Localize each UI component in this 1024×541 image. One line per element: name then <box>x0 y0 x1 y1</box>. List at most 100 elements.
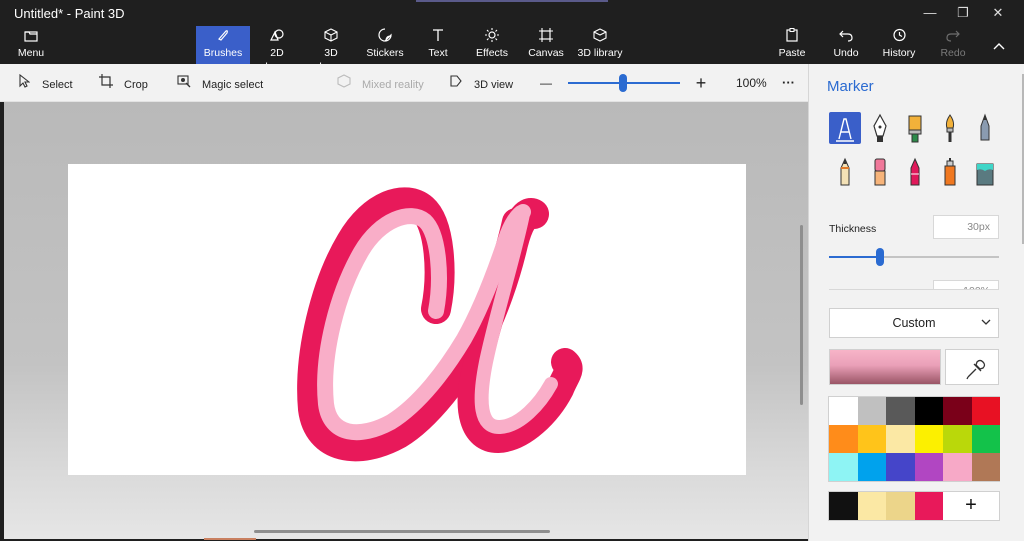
3d-view-label: 3D view <box>474 79 514 91</box>
history-label: History <box>882 47 916 59</box>
3d-view-button[interactable]: 3D view <box>448 64 513 102</box>
cube-icon <box>306 26 356 46</box>
watercolor-icon <box>945 114 955 142</box>
oil-brush-tool[interactable] <box>899 112 931 144</box>
tab-label: 3D library <box>577 47 623 59</box>
thickness-input[interactable]: 30px <box>933 215 999 239</box>
tab-3d-shapes[interactable]: 3D shapes <box>306 26 356 73</box>
close-button[interactable]: ✕ <box>981 3 1015 23</box>
palette-swatch[interactable] <box>886 425 915 453</box>
custom-color-swatch[interactable] <box>886 492 915 520</box>
tab-2d-shapes[interactable]: 2D shapes <box>253 26 301 73</box>
tab-text[interactable]: Text <box>420 26 456 64</box>
tab-brushes[interactable]: Brushes <box>196 26 250 64</box>
crop-button[interactable]: Crop <box>98 64 148 102</box>
marker-tool[interactable] <box>829 112 861 144</box>
custom-color-swatch[interactable] <box>914 492 943 520</box>
watercolor-tool[interactable] <box>934 112 966 144</box>
tab-3d-library[interactable]: 3D library <box>576 26 624 64</box>
chevron-up-icon <box>986 26 1012 64</box>
collapse-ribbon-button[interactable] <box>986 26 1012 64</box>
more-options-button[interactable]: ··· <box>782 64 795 102</box>
palette-swatch[interactable] <box>829 453 858 481</box>
palette-swatch[interactable] <box>829 397 858 425</box>
fill-tool[interactable] <box>969 156 1001 188</box>
effects-icon <box>472 26 512 46</box>
title-accent <box>416 0 608 2</box>
custom-color-swatch[interactable] <box>829 492 858 520</box>
drawing-canvas[interactable] <box>68 164 746 475</box>
thickness-label: Thickness <box>829 223 877 235</box>
palette-swatch[interactable] <box>914 397 943 425</box>
pencil-icon <box>840 157 850 186</box>
palette-swatch[interactable] <box>857 425 886 453</box>
eyedropper-button[interactable] <box>945 349 999 385</box>
magic-select-button[interactable]: Magic select <box>176 64 263 102</box>
paste-button[interactable]: Paste <box>774 26 810 64</box>
custom-color-swatch[interactable] <box>857 492 886 520</box>
palette-swatch[interactable] <box>971 397 1000 425</box>
brush-panel: Marker Thickness 30px Custom + <box>808 64 1024 541</box>
maximize-button[interactable]: ❐ <box>946 3 980 23</box>
panel-title: Marker <box>827 78 874 95</box>
spray-can-tool[interactable] <box>934 156 966 188</box>
clipboard-icon <box>774 26 810 46</box>
add-color-button[interactable]: + <box>943 492 999 520</box>
custom-colors: + <box>828 491 1000 521</box>
canvas-drawing <box>297 187 583 462</box>
mixed-reality-button[interactable]: Mixed reality <box>336 64 424 102</box>
menu-button[interactable]: Menu <box>10 26 52 64</box>
select-button[interactable]: Select <box>16 64 73 102</box>
palette-swatch[interactable] <box>914 453 943 481</box>
marker-icon <box>836 118 854 142</box>
horizontal-scrollbar[interactable] <box>254 530 550 533</box>
tab-stickers[interactable]: Stickers <box>362 26 408 64</box>
palette-swatch[interactable] <box>943 425 972 453</box>
calligraphy-pen-tool[interactable] <box>864 112 896 144</box>
zoom-in-button[interactable]: + <box>692 64 710 102</box>
palette-swatch[interactable] <box>971 453 1000 481</box>
undo-button[interactable]: Undo <box>830 26 862 64</box>
zoom-value[interactable]: 100% <box>736 64 767 102</box>
palette-swatch[interactable] <box>886 397 915 425</box>
tab-canvas[interactable]: Canvas <box>526 26 566 64</box>
palette-swatch[interactable] <box>857 453 886 481</box>
secondary-toolbar: Select Crop Magic select Mixed reality 3… <box>0 64 808 102</box>
crayon-tool[interactable] <box>899 156 931 188</box>
palette-swatch[interactable] <box>943 397 972 425</box>
tab-label: Brushes <box>203 47 243 59</box>
thickness-slider-fill <box>829 256 880 258</box>
menu-label: Menu <box>17 47 45 59</box>
thickness-slider-thumb[interactable] <box>876 248 884 266</box>
calligraphy-pen-icon <box>873 113 887 142</box>
tab-effects[interactable]: Effects <box>472 26 512 64</box>
pencil-tool[interactable] <box>829 156 861 188</box>
zoom-out-button[interactable]: — <box>538 64 554 102</box>
palette-swatch[interactable] <box>829 425 858 453</box>
minimize-button[interactable]: — <box>913 3 947 23</box>
mixed-reality-label: Mixed reality <box>362 79 424 91</box>
palette-swatch[interactable] <box>971 425 1000 453</box>
finish-value: Custom <box>892 316 936 330</box>
opacity-row: 100% <box>829 278 999 290</box>
vertical-scrollbar[interactable] <box>800 225 803 405</box>
palette-swatch[interactable] <box>914 425 943 453</box>
opacity-input[interactable]: 100% <box>933 280 999 289</box>
finish-dropdown[interactable]: Custom <box>829 308 999 338</box>
zoom-slider-thumb[interactable] <box>619 74 627 92</box>
mixed-reality-icon <box>336 64 352 102</box>
shapes-2d-icon <box>253 26 301 46</box>
current-color-swatch[interactable] <box>829 349 941 385</box>
select-label: Select <box>42 79 73 91</box>
eraser-tool[interactable] <box>864 156 896 188</box>
redo-button[interactable]: Redo <box>936 26 970 64</box>
palette-swatch[interactable] <box>857 397 886 425</box>
chevron-down-icon <box>980 309 992 348</box>
palette-swatch[interactable] <box>943 453 972 481</box>
palette-swatch[interactable] <box>886 453 915 481</box>
history-button[interactable]: History <box>880 26 918 64</box>
sticker-icon <box>362 26 408 46</box>
pixel-pen-tool[interactable] <box>969 112 1001 144</box>
eyedropper-icon <box>966 359 986 380</box>
title-bar: Untitled* - Paint 3D — ❐ ✕ <box>0 0 1024 26</box>
